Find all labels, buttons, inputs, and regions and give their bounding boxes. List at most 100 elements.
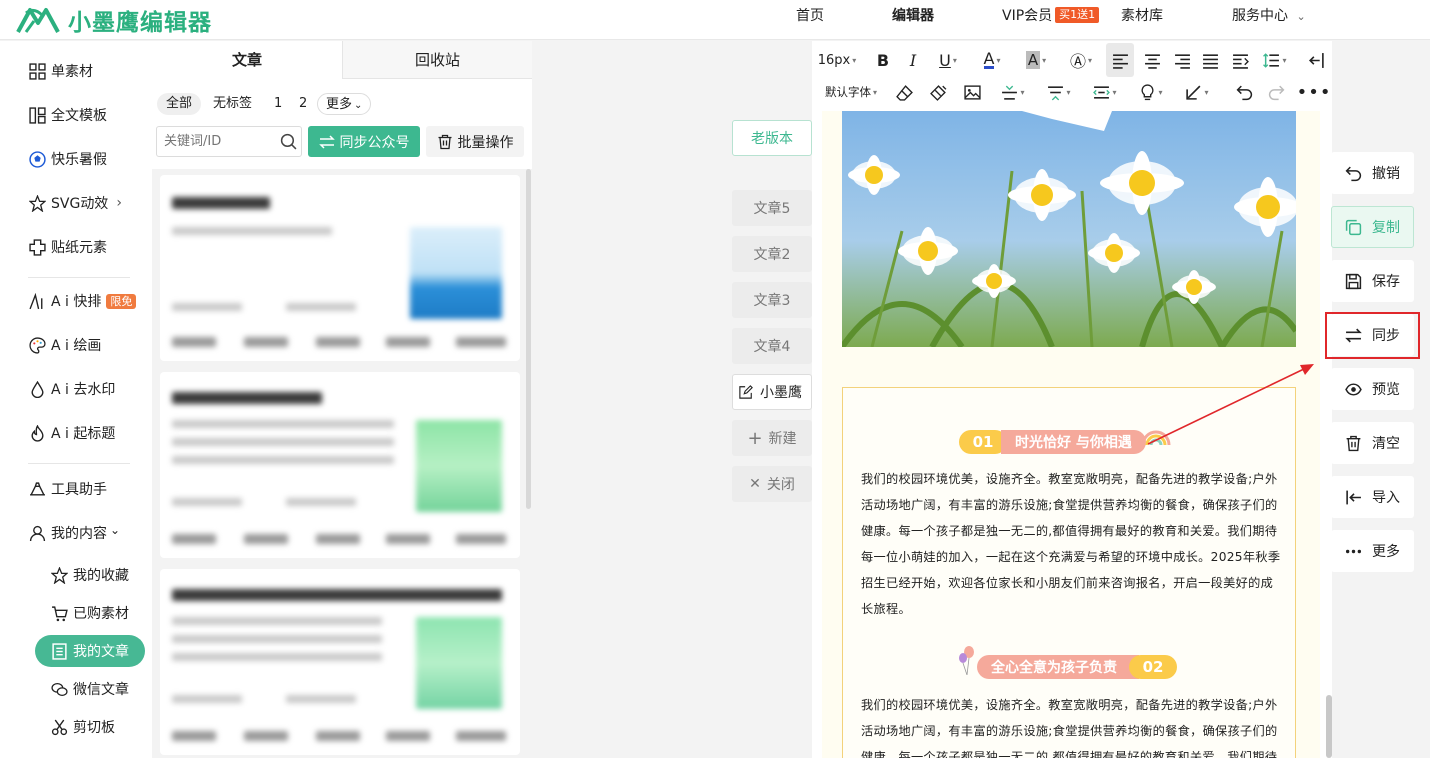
align-center-icon[interactable] <box>1138 43 1166 77</box>
article-tab-label: 小墨鹰 <box>760 385 802 401</box>
search-input[interactable] <box>157 127 272 156</box>
sidebar-item-clipboard[interactable]: 剪切板 <box>50 715 115 739</box>
sidebar-item-wechat-articles[interactable]: 微信文章 <box>50 677 129 701</box>
old-version-button[interactable]: 老版本 <box>732 120 812 156</box>
sidebar-item-my-content[interactable]: 我的内容 ⌄ <box>28 521 120 545</box>
lightbulb-icon[interactable]: ▾ <box>1132 75 1170 109</box>
sidebar-item-single-material[interactable]: 单素材 <box>28 59 93 83</box>
chevron-down-icon: ⌄ <box>110 523 121 537</box>
nav-materials[interactable]: 素材库 <box>1121 0 1163 40</box>
bold-icon[interactable]: B <box>872 43 894 77</box>
tab-recycle-bin[interactable]: 回收站 <box>342 41 532 79</box>
article-tab[interactable]: 文章3 <box>732 282 812 318</box>
nav-service[interactable]: 服务中心 ⌄ <box>1232 0 1306 40</box>
sidebar-item-svg[interactable]: SVG动效 › <box>28 191 122 215</box>
sidebar-item-label: 工具助手 <box>51 482 107 498</box>
section-title-1[interactable]: 01 时光恰好 与你相遇 <box>959 430 1172 454</box>
copy-button[interactable]: 复制 <box>1331 206 1414 248</box>
eraser-icon[interactable] <box>892 75 916 109</box>
sidebar-item-ai-title[interactable]: A i 起标题 <box>28 421 115 445</box>
image-icon[interactable] <box>960 75 984 109</box>
article-tab[interactable]: 文章5 <box>732 190 812 226</box>
balloon-icon <box>959 646 974 675</box>
import-icon <box>1346 490 1361 504</box>
article-content-box[interactable]: 01 时光恰好 与你相遇 我们的校园环境优美，设施齐全。教室宽敞明亮，配备先进的… <box>842 387 1296 758</box>
sidebar-item-ai-layout[interactable]: A i 快排 限免 <box>28 289 137 313</box>
line-height-icon[interactable]: ▾ <box>1256 43 1294 77</box>
letter-spacing-icon[interactable]: ▾ <box>1086 75 1124 109</box>
undo-icon[interactable] <box>1232 75 1256 109</box>
filter-more[interactable]: 更多 ⌄ <box>317 93 372 115</box>
filter-tag-1[interactable]: 1 <box>274 93 282 115</box>
sidebar-item-label: 单素材 <box>51 64 93 80</box>
sidebar-item-tools[interactable]: 工具助手 <box>28 477 107 501</box>
sidebar-item-full-template[interactable]: 全文模板 <box>28 103 107 127</box>
preview-button[interactable]: 预览 <box>1331 368 1414 410</box>
paragraph-2[interactable]: 我们的校园环境优美，设施齐全。教室宽敞明亮，配备先进的教学设备;户外活动场地广阔… <box>861 692 1281 758</box>
article-tab-current[interactable]: 小墨鹰 <box>732 374 812 410</box>
text-effect-icon[interactable]: Ⓐ ▾ <box>1062 43 1100 77</box>
article-tab[interactable]: 文章4 <box>732 328 812 364</box>
paragraph-spacing-after-icon[interactable]: ▾ <box>1040 75 1078 109</box>
font-color-icon[interactable]: A ▾ <box>974 43 1010 77</box>
sidebar-item-stickers[interactable]: 贴纸元素 <box>28 235 107 259</box>
sidebar-item-ai-paint[interactable]: A i 绘画 <box>28 333 101 357</box>
indent-icon[interactable] <box>1226 43 1254 77</box>
batch-operation-button[interactable]: 批量操作 <box>426 126 524 157</box>
flower-image[interactable] <box>842 111 1296 347</box>
paragraph-spacing-before-icon[interactable]: ▾ <box>994 75 1032 109</box>
sync-highlight-box <box>1325 312 1420 359</box>
nav-home[interactable]: 首页 <box>796 0 824 40</box>
underline-icon[interactable]: U ▾ <box>930 43 966 77</box>
section-title-2[interactable]: 全心全意为孩子负责 02 <box>957 646 1177 679</box>
sidebar: 单素材 全文模板 快乐暑假 SVG动效 › 贴纸元素 A i 快排 限免 A i… <box>0 41 152 758</box>
exit-icon[interactable] <box>1302 43 1330 77</box>
tool-icon <box>29 481 45 496</box>
copy-icon <box>1345 219 1362 235</box>
italic-icon[interactable]: I <box>902 43 924 77</box>
paragraph-1[interactable]: 我们的校园环境优美，设施齐全。教室宽敞明亮，配备先进的教学设备;户外活动场地广阔… <box>861 466 1281 622</box>
article-tab[interactable]: 文章2 <box>732 236 812 272</box>
article-card[interactable] <box>160 372 520 558</box>
more-button[interactable]: 更多 <box>1331 530 1414 572</box>
redo-icon[interactable] <box>1264 75 1288 109</box>
clear-button[interactable]: 清空 <box>1331 422 1414 464</box>
background-color-icon[interactable]: A ▾ <box>1018 43 1054 77</box>
search-icon[interactable] <box>280 133 297 150</box>
article-card[interactable] <box>160 569 520 755</box>
font-size-select[interactable]: 16px ▾ <box>816 43 858 77</box>
star-icon <box>50 566 68 584</box>
nav-editor[interactable]: 编辑器 <box>892 0 934 40</box>
editor-scrollbar[interactable] <box>1326 695 1332 758</box>
tab-articles[interactable]: 文章 <box>152 41 342 79</box>
save-button[interactable]: 保存 <box>1331 260 1414 302</box>
new-article-button[interactable]: + 新建 <box>732 420 812 456</box>
article-card[interactable] <box>160 175 520 361</box>
editor-canvas[interactable]: 01 时光恰好 与你相遇 我们的校园环境优美，设施齐全。教室宽敞明亮，配备先进的… <box>822 111 1320 758</box>
logo[interactable]: 小墨鹰编辑器 <box>16 3 212 37</box>
arrow-down-left-icon[interactable]: ▾ <box>1178 75 1216 109</box>
filter-tag-2[interactable]: 2 <box>299 93 307 115</box>
filter-all[interactable]: 全部 <box>157 93 202 115</box>
undo-button[interactable]: 撤销 <box>1331 152 1414 194</box>
format-brush-icon[interactable] <box>926 75 950 109</box>
sidebar-item-summer[interactable]: 快乐暑假 <box>28 147 107 171</box>
sync-wechat-label: 同步公众号 <box>339 134 410 151</box>
sync-wechat-button[interactable]: 同步公众号 <box>308 126 420 157</box>
font-family-select[interactable]: 默认字体 ▾ <box>818 75 884 109</box>
nav-vip[interactable]: VIP会员 买1送1 <box>1002 0 1100 40</box>
sidebar-item-my-articles[interactable]: 我的文章 <box>50 639 129 663</box>
align-left-icon[interactable] <box>1106 43 1134 77</box>
trash-icon <box>1346 435 1361 451</box>
align-justify-icon[interactable] <box>1196 43 1224 77</box>
sidebar-item-favorites[interactable]: 我的收藏 <box>50 563 129 587</box>
align-right-icon[interactable] <box>1168 43 1196 77</box>
sidebar-item-purchased[interactable]: 已购素材 <box>50 601 129 625</box>
save-label: 保存 <box>1372 274 1400 290</box>
more-options-icon[interactable]: ••• <box>1297 75 1331 109</box>
article-list-scrollbar[interactable] <box>526 169 531 509</box>
filter-untagged[interactable]: 无标签 <box>213 93 252 115</box>
sidebar-item-ai-watermark[interactable]: A i 去水印 <box>28 377 115 401</box>
close-article-button[interactable]: ✕ 关闭 <box>732 466 812 502</box>
import-button[interactable]: 导入 <box>1331 476 1414 518</box>
